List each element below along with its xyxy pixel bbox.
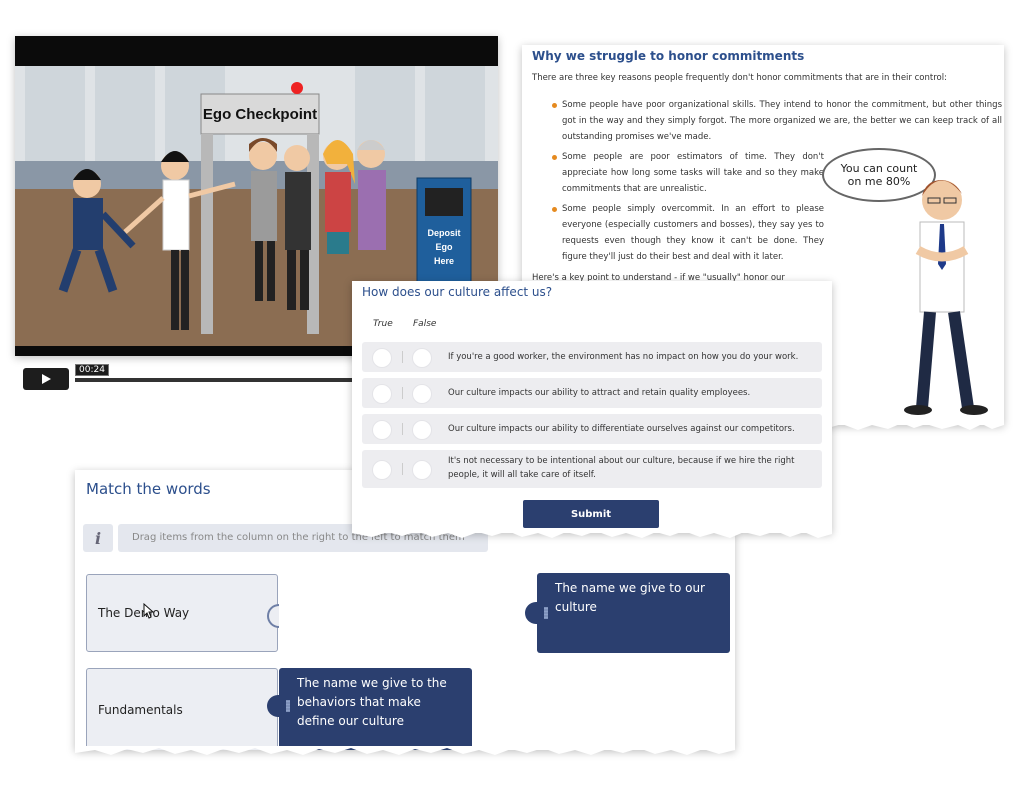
false-radio[interactable] (412, 348, 432, 368)
drag-handle-icon[interactable] (544, 607, 548, 619)
match-target-label: Fundamentals (98, 702, 183, 717)
quiz-row: It's not necessary to be intentional abo… (362, 450, 822, 488)
quiz-title: How does our culture affect us? (362, 285, 553, 299)
article-intro: There are three key reasons people frequ… (532, 73, 947, 83)
drag-handle-icon[interactable] (286, 700, 290, 712)
true-radio[interactable] (372, 384, 392, 404)
mouse-cursor-icon (143, 603, 155, 619)
reason-item-overcommit: Some people simply overcommit. In an eff… (552, 201, 824, 265)
draggable-answer-label: The name we give to our culture (555, 581, 705, 614)
match-title: Match the words (86, 480, 211, 498)
drop-connector-icon (267, 604, 279, 628)
question-text: If you're a good worker, the environment… (448, 352, 799, 362)
draggable-answer[interactable]: The name we give to our culture (525, 573, 730, 653)
draggable-answer[interactable]: The name we give to the behaviors that m… (267, 668, 472, 750)
reason-item-organization: Some people have poor organizational ski… (552, 97, 1002, 145)
question-text: Our culture impacts our ability to attra… (448, 388, 751, 398)
play-button[interactable] (23, 368, 69, 390)
match-target-item[interactable]: The Demo Way (86, 574, 279, 652)
businessman-illustration (904, 180, 988, 415)
reason-item-estimation: Some people are poor estimators of time.… (552, 149, 824, 197)
true-column-header: True (373, 319, 393, 329)
false-column-header: False (413, 319, 437, 329)
info-icon: i (83, 524, 113, 552)
question-text: Our culture impacts our ability to diffe… (448, 424, 795, 434)
true-radio[interactable] (372, 420, 392, 440)
quiz-row: Our culture impacts our ability to attra… (362, 378, 822, 408)
quiz-row: If you're a good worker, the environment… (362, 342, 822, 372)
false-radio[interactable] (412, 420, 432, 440)
quiz-row: Our culture impacts our ability to diffe… (362, 414, 822, 444)
true-false-quiz: How does our culture affect us? True Fal… (352, 281, 832, 538)
false-radio[interactable] (412, 384, 432, 404)
deposit-label-2: Ego (436, 242, 454, 252)
false-radio[interactable] (412, 460, 432, 480)
true-radio[interactable] (372, 460, 392, 480)
submit-button[interactable]: Submit (523, 500, 659, 528)
torn-edge (75, 746, 735, 755)
question-text: It's not necessary to be intentional abo… (448, 456, 795, 480)
true-radio[interactable] (372, 348, 392, 368)
match-target-item[interactable]: Fundamentals (86, 668, 278, 750)
deposit-label-3: Here (434, 256, 454, 266)
torn-edge (352, 529, 832, 538)
video-timestamp: 00:24 (75, 364, 109, 376)
draggable-answer-label: The name we give to the behaviors that m… (297, 676, 447, 728)
article-title: Why we struggle to honor commitments (532, 49, 805, 63)
play-icon (42, 374, 51, 384)
checkpoint-sign: Ego Checkpoint (203, 106, 317, 123)
deposit-label-1: Deposit (427, 228, 460, 238)
